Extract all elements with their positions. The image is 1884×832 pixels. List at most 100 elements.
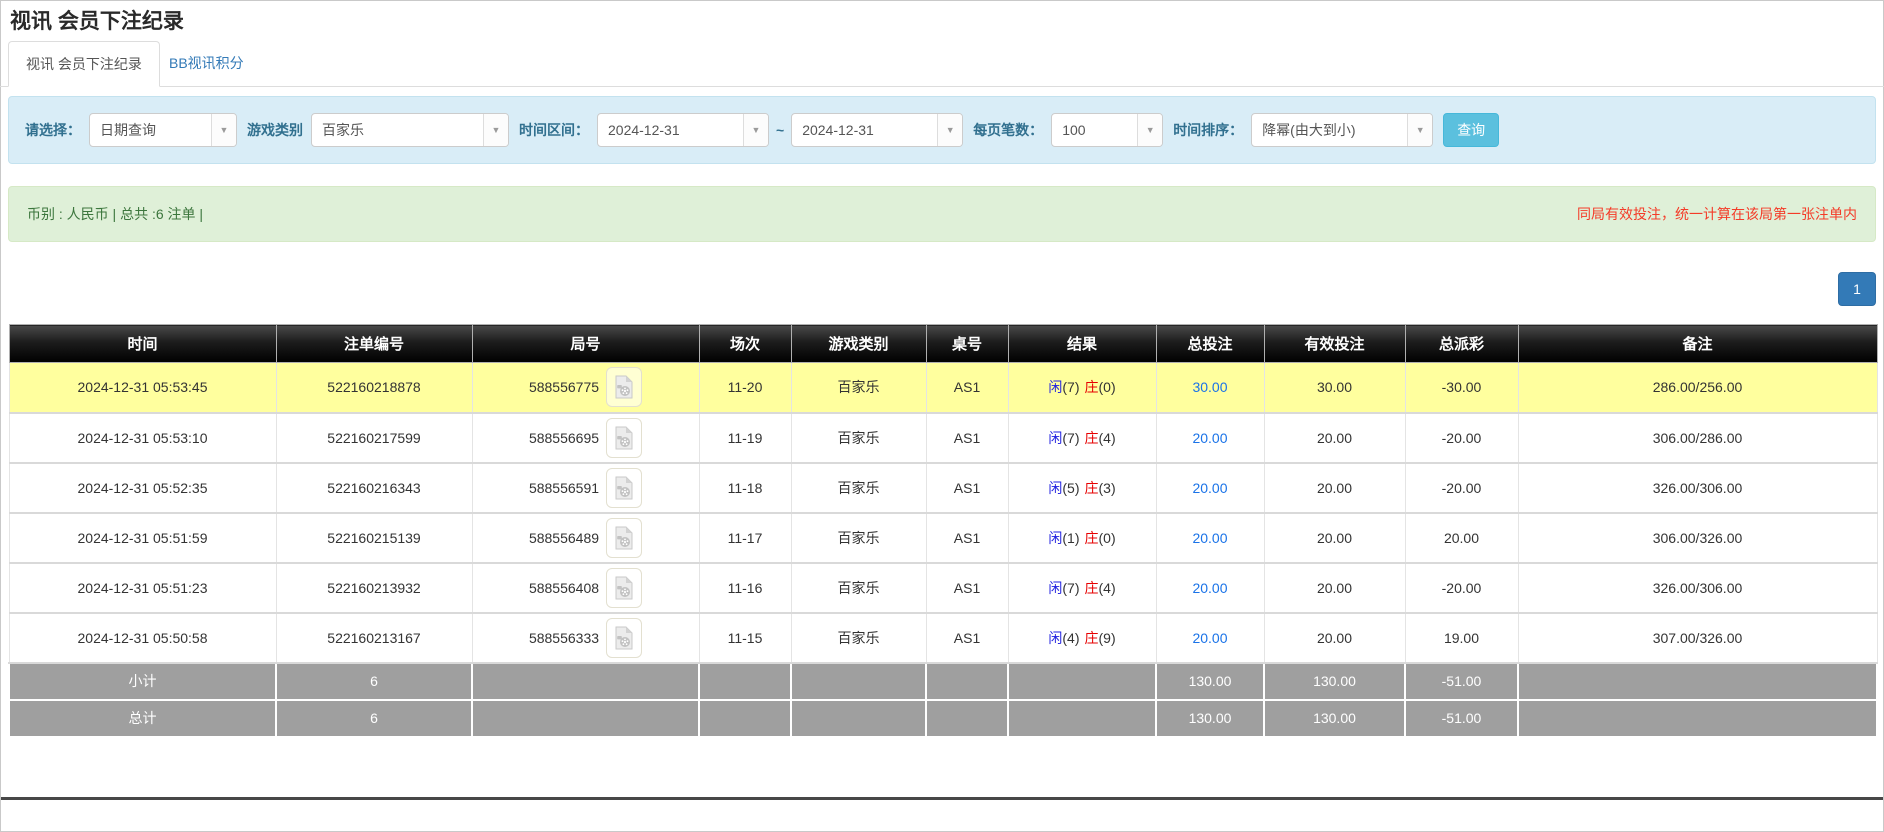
cell-table-number: AS1 [926, 413, 1008, 463]
tab-bar: 视讯 会员下注纪录 BB视讯积分 [0, 41, 1884, 87]
cell-valid-bet: 20.00 [1264, 563, 1405, 613]
footer-total-bet: 130.00 [1156, 700, 1264, 737]
chevron-down-icon: ▼ [937, 114, 962, 146]
result-banker: 庄 [1085, 580, 1099, 596]
total-bet-link[interactable]: 20.00 [1192, 630, 1227, 646]
video-replay-button[interactable] [606, 568, 642, 608]
footer-bet-count: 6 [276, 700, 472, 737]
cell-result: 闲(4)庄(9) [1008, 613, 1156, 663]
tab-video-bet-records[interactable]: 视讯 会员下注纪录 [8, 41, 160, 87]
total-bet-link[interactable]: 30.00 [1192, 379, 1227, 395]
video-replay-button[interactable] [606, 518, 642, 558]
total-bet-link[interactable]: 20.00 [1192, 530, 1227, 546]
page-size-value: 100 [1052, 114, 1137, 146]
cell-time: 2024-12-31 05:51:23 [9, 563, 276, 613]
video-replay-icon [614, 476, 634, 500]
cell-game-type: 百家乐 [791, 513, 926, 563]
column-header-3: 局号 [472, 325, 699, 363]
page-size-label: 每页笔数： [973, 120, 1043, 140]
video-replay-button[interactable] [606, 367, 642, 407]
video-replay-button[interactable] [606, 468, 642, 508]
filter-panel: 请选择： 日期查询 ▼ 游戏类别 百家乐 ▼ 时间区间： 2024-12-31 … [8, 96, 1876, 164]
cell-round-id: 588556408 [472, 563, 699, 613]
column-header-1: 时间 [9, 325, 276, 363]
cell-valid-bet: 20.00 [1264, 613, 1405, 663]
footer-total-bet: 130.00 [1156, 663, 1264, 700]
time-range-label: 时间区间： [519, 120, 589, 140]
pagination-page-1-button[interactable]: 1 [1838, 272, 1876, 306]
valid-bet-note: 同局有效投注，统一计算在该局第一张注单内 [1577, 204, 1857, 224]
cell-total-bet: 20.00 [1156, 463, 1264, 513]
grand-total-row: 总计6130.00130.00-51.00 [9, 700, 1877, 737]
cell-remark: 286.00/256.00 [1518, 363, 1877, 413]
game-type-select[interactable]: 百家乐 ▼ [311, 113, 509, 147]
round-number: 588556408 [529, 580, 599, 596]
sort-order-value: 降幂(由大到小) [1252, 114, 1407, 146]
table-row: 2024-12-31 05:51:23522160213932588556408… [9, 563, 1877, 613]
sort-order-label: 时间排序： [1173, 120, 1243, 140]
tab-bb-video-points[interactable]: BB视讯积分 [152, 41, 261, 87]
cell-session: 11-15 [699, 613, 791, 663]
cell-total-bet: 20.00 [1156, 413, 1264, 463]
cell-remark: 306.00/326.00 [1518, 513, 1877, 563]
video-replay-icon [614, 426, 634, 450]
round-number: 588556333 [529, 630, 599, 646]
result-player-score: (7) [1062, 379, 1079, 395]
cell-payout: 20.00 [1405, 513, 1518, 563]
column-header-7: 结果 [1008, 325, 1156, 363]
total-bet-link[interactable]: 20.00 [1192, 580, 1227, 596]
chevron-down-icon: ▼ [1137, 114, 1162, 146]
date-to-value: 2024-12-31 [792, 114, 937, 146]
chevron-down-icon: ▼ [1407, 114, 1432, 146]
query-type-select[interactable]: 日期查询 ▼ [89, 113, 237, 147]
cell-remark: 326.00/306.00 [1518, 463, 1877, 513]
round-number: 588556591 [529, 480, 599, 496]
cell-session: 11-16 [699, 563, 791, 613]
date-from-input[interactable]: 2024-12-31 ▼ [597, 113, 769, 147]
column-header-10: 总派彩 [1405, 325, 1518, 363]
total-bet-link[interactable]: 20.00 [1192, 480, 1227, 496]
sort-order-select[interactable]: 降幂(由大到小) ▼ [1251, 113, 1433, 147]
video-replay-button[interactable] [606, 618, 642, 658]
panel-bottom-divider [1, 797, 1883, 800]
currency-total-text: 币别 : 人民币 | 总共 :6 注单 | [27, 204, 203, 224]
table-row: 2024-12-31 05:53:10522160217599588556695… [9, 413, 1877, 463]
column-header-9: 有效投注 [1264, 325, 1405, 363]
cell-total-bet: 20.00 [1156, 513, 1264, 563]
cell-remark: 326.00/306.00 [1518, 563, 1877, 613]
table-footer: 小计6130.00130.00-51.00总计6130.00130.00-51.… [9, 663, 1877, 737]
cell-result: 闲(5)庄(3) [1008, 463, 1156, 513]
footer-payout: -51.00 [1405, 663, 1518, 700]
tab-label: BB视讯积分 [169, 55, 244, 71]
result-player-score: (1) [1062, 530, 1079, 546]
search-button[interactable]: 查询 [1443, 113, 1499, 147]
footer-label: 小计 [9, 663, 276, 700]
cell-payout: -20.00 [1405, 563, 1518, 613]
table-row: 2024-12-31 05:50:58522160213167588556333… [9, 613, 1877, 663]
result-banker: 庄 [1085, 480, 1099, 496]
cell-game-type: 百家乐 [791, 563, 926, 613]
cell-valid-bet: 20.00 [1264, 513, 1405, 563]
round-number: 588556775 [529, 379, 599, 395]
cell-payout: 19.00 [1405, 613, 1518, 663]
video-replay-icon [614, 526, 634, 550]
cell-table-number: AS1 [926, 613, 1008, 663]
page-size-select[interactable]: 100 ▼ [1051, 113, 1163, 147]
table-header-row: 时间注单编号局号场次游戏类别桌号结果总投注有效投注总派彩备注 [9, 325, 1877, 363]
column-header-4: 场次 [699, 325, 791, 363]
cell-bet-id: 522160216343 [276, 463, 472, 513]
table-row: 2024-12-31 05:52:35522160216343588556591… [9, 463, 1877, 513]
date-to-input[interactable]: 2024-12-31 ▼ [791, 113, 963, 147]
cell-total-bet: 20.00 [1156, 613, 1264, 663]
result-banker: 庄 [1085, 430, 1099, 446]
video-replay-button[interactable] [606, 418, 642, 458]
cell-time: 2024-12-31 05:53:45 [9, 363, 276, 413]
cell-session: 11-19 [699, 413, 791, 463]
result-player: 闲 [1048, 430, 1062, 446]
cell-game-type: 百家乐 [791, 363, 926, 413]
result-banker-score: (9) [1099, 630, 1116, 646]
round-number: 588556489 [529, 530, 599, 546]
cell-result: 闲(1)庄(0) [1008, 513, 1156, 563]
total-bet-link[interactable]: 20.00 [1192, 430, 1227, 446]
result-player: 闲 [1048, 379, 1062, 395]
